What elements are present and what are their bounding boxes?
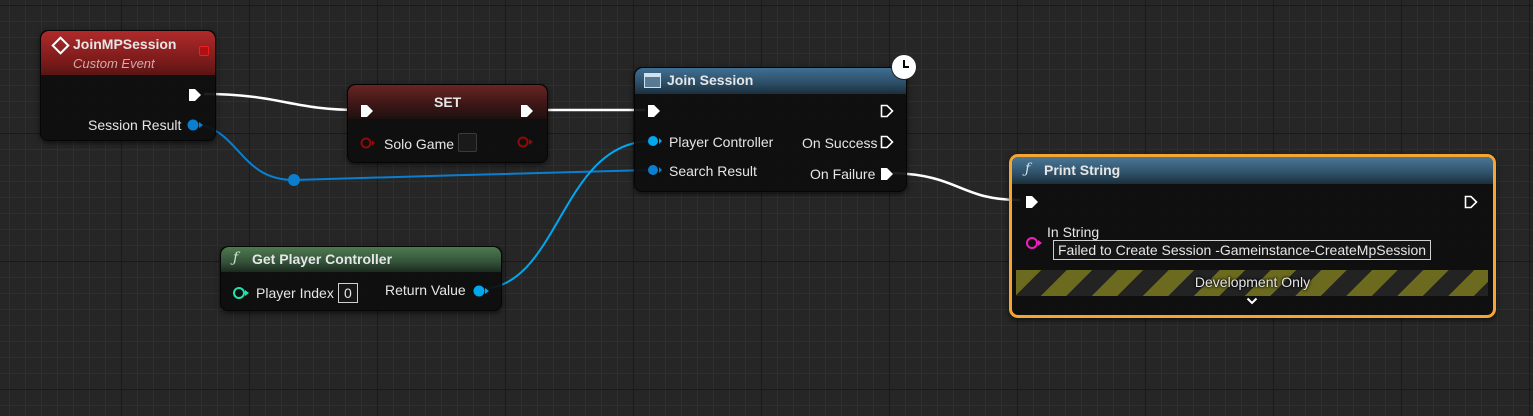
node-header: ƒ Print String (1012, 157, 1493, 184)
solo-game-checkbox[interactable] (458, 133, 477, 152)
delegate-pin-icon[interactable] (199, 46, 209, 56)
exec-wire-event-to-set[interactable] (203, 92, 361, 112)
player-index-label: Player Index (256, 285, 334, 301)
development-only-label: Development Only (1194, 274, 1311, 290)
node-header: ƒ Get Player Controller (221, 247, 501, 272)
node-header: SET (348, 85, 547, 119)
on-failure-pin[interactable] (880, 167, 894, 181)
on-success-pin[interactable] (880, 135, 894, 149)
chevron-down-icon[interactable] (1246, 297, 1258, 305)
in-string-pin[interactable] (1025, 236, 1043, 250)
reroute-node[interactable] (288, 174, 300, 186)
on-success-label: On Success (802, 135, 878, 151)
session-result-label: Session Result (88, 117, 182, 133)
player-controller-pin[interactable] (647, 135, 663, 147)
join-session-node[interactable]: Join Session Player Controller On Succes… (634, 54, 917, 192)
node-title: JoinMPSession (73, 36, 177, 52)
exec-out-pin[interactable] (520, 104, 534, 118)
object-wire-player-controller[interactable] (479, 140, 653, 290)
exec-in-pin[interactable] (1025, 195, 1039, 209)
node-title: Join Session (667, 72, 754, 88)
exec-in-pin[interactable] (647, 104, 661, 118)
in-string-label: In String (1047, 224, 1100, 240)
exec-out-pin[interactable] (188, 88, 202, 102)
pure-function-icon: ƒ (233, 250, 239, 266)
join-mp-session-node[interactable]: JoinMPSession Custom Event Session Resul… (40, 30, 216, 141)
in-string-input[interactable]: Failed to Create Session -Gameinstance-C… (1053, 240, 1432, 260)
search-result-pin[interactable] (647, 164, 663, 176)
solo-game-in-pin[interactable] (360, 137, 376, 149)
player-index-pin[interactable] (232, 286, 250, 300)
node-title: Get Player Controller (252, 251, 393, 267)
latent-clock-icon (891, 54, 917, 80)
player-controller-label: Player Controller (669, 134, 774, 150)
search-result-label: Search Result (669, 163, 757, 179)
function-icon (644, 73, 661, 88)
exec-out-pin[interactable] (1464, 195, 1478, 209)
print-string-node[interactable]: ƒ Print String In String Failed to Creat… (1009, 154, 1496, 318)
solo-game-label: Solo Game (384, 136, 455, 152)
node-header: Join Session (635, 68, 906, 94)
player-index-input[interactable]: 0 (338, 283, 358, 303)
return-value-label: Return Value (385, 282, 466, 298)
get-player-controller-node[interactable]: ƒ Get Player Controller Player Index 0 R… (220, 246, 502, 311)
session-result-pin[interactable] (186, 118, 204, 132)
function-icon: ƒ (1025, 161, 1031, 177)
node-title: Print String (1044, 162, 1121, 178)
node-subtitle: Custom Event (73, 56, 155, 71)
node-header: JoinMPSession Custom Event (41, 31, 215, 75)
node-title: SET (434, 94, 462, 110)
exec-out-pin[interactable] (880, 104, 894, 118)
exec-wire-failure-to-print[interactable] (892, 171, 1021, 202)
set-node[interactable]: SET Solo Game (347, 84, 548, 163)
return-value-pin[interactable] (472, 284, 490, 298)
event-diamond-icon (51, 36, 70, 55)
solo-game-out-pin[interactable] (516, 136, 534, 148)
exec-in-pin[interactable] (360, 104, 374, 118)
on-failure-label: On Failure (810, 166, 876, 182)
